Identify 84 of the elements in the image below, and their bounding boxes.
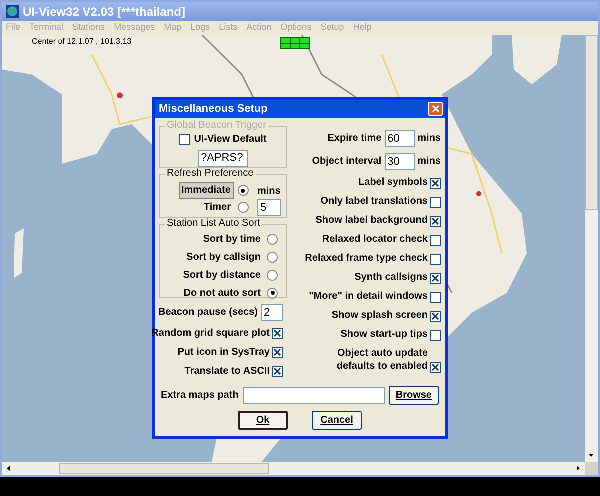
group-label: Global Beacon Trigger xyxy=(165,120,269,132)
field-label: Expire time xyxy=(328,132,382,146)
checkbox-label: "More" in detail windows xyxy=(309,290,428,303)
checkbox-label: Show label background xyxy=(316,214,428,227)
check-icon xyxy=(274,349,281,356)
radio-label: Sort by time xyxy=(203,232,261,246)
checkbox[interactable] xyxy=(430,311,441,322)
checkbox-label: Show start-up tips xyxy=(340,328,428,341)
checkbox[interactable] xyxy=(430,362,441,373)
dialog-title: Miscellaneous Setup xyxy=(159,102,268,117)
radio-label: Sort by callsign xyxy=(186,250,261,264)
globe-icon xyxy=(6,5,19,18)
checkbox-label: Translate to ASCII xyxy=(184,365,270,379)
checkbox[interactable] xyxy=(430,273,441,284)
field-label: Object interval xyxy=(312,155,382,169)
check-icon xyxy=(432,218,439,225)
checkbox-label: Relaxed frame type check xyxy=(305,252,428,265)
window-title: UI-View32 V2.03 [***thailand] xyxy=(23,4,186,20)
horizontal-scrollbar[interactable] xyxy=(2,462,585,475)
unit-label: mins xyxy=(418,155,441,169)
menu-item[interactable]: File xyxy=(6,21,21,35)
checkbox-label: Relaxed locator check xyxy=(322,233,428,246)
checkbox-label: Object auto update defaults to enabled xyxy=(336,347,428,373)
unit-label: mins xyxy=(257,185,282,199)
scroll-thumb[interactable] xyxy=(59,463,269,474)
check-icon xyxy=(432,313,439,320)
checkbox[interactable] xyxy=(272,347,283,358)
browse-button[interactable]: Browse xyxy=(388,386,439,405)
radio-button[interactable] xyxy=(267,234,278,244)
number-field[interactable]: 30 xyxy=(384,153,415,170)
number-field[interactable]: 60 xyxy=(384,130,415,147)
radio-button[interactable] xyxy=(267,288,278,298)
close-icon xyxy=(432,105,440,113)
checkbox-label: Only label translations xyxy=(320,195,428,208)
checkbox[interactable] xyxy=(272,328,283,339)
field-label: Beacon pause (secs) xyxy=(158,306,258,320)
checkbox[interactable] xyxy=(430,197,441,208)
checkbox[interactable] xyxy=(430,292,441,303)
radio-button[interactable] xyxy=(267,270,278,280)
check-icon xyxy=(432,275,439,282)
checkbox[interactable] xyxy=(430,178,441,189)
checkbox-label: Show splash screen xyxy=(332,309,428,322)
menu-item[interactable]: Terminal xyxy=(30,21,64,35)
status-indicator xyxy=(280,37,310,49)
vertical-scrollbar[interactable] xyxy=(585,35,598,462)
radio-label: Immediate xyxy=(178,182,234,199)
unit-label: mins xyxy=(418,132,441,146)
menu-item[interactable]: Map xyxy=(164,21,182,35)
check-icon xyxy=(432,364,439,371)
menu-item[interactable]: Messages xyxy=(114,21,156,35)
menu-item[interactable]: Help xyxy=(353,21,372,35)
check-icon xyxy=(274,368,281,375)
menu-item[interactable]: Action xyxy=(246,21,272,35)
timer-field[interactable]: 5 xyxy=(257,199,282,216)
menu-item[interactable]: Options xyxy=(280,21,312,35)
radio-label: Do not auto sort xyxy=(184,286,261,300)
radio-label: Timer xyxy=(202,201,232,215)
beacon-pause-field[interactable]: 2 xyxy=(261,304,283,321)
radio-button[interactable] xyxy=(267,252,278,262)
menu-item[interactable]: Lists xyxy=(219,21,238,35)
menu-item[interactable]: Logs xyxy=(190,21,210,35)
map-center-label: Center of 12.1.07 , 101.3.13 xyxy=(32,36,132,48)
checkbox[interactable] xyxy=(430,216,441,227)
checkbox[interactable] xyxy=(272,366,283,377)
checkbox-label: Synth callsigns xyxy=(354,271,428,284)
dialog-button[interactable]: Cancel xyxy=(312,411,362,430)
menu-item[interactable]: Setup xyxy=(320,21,344,35)
menu-item[interactable]: Stations xyxy=(72,21,106,35)
checkbox[interactable] xyxy=(430,235,441,246)
maps-path-field[interactable] xyxy=(242,387,385,404)
checkbox-label: Label symbols xyxy=(358,176,428,189)
check-icon xyxy=(274,330,281,337)
check-icon xyxy=(432,180,439,187)
scroll-thumb[interactable] xyxy=(585,35,598,210)
checkbox[interactable] xyxy=(430,330,441,341)
radio-button[interactable] xyxy=(238,185,249,196)
checkbox[interactable] xyxy=(430,254,441,265)
radio-label: Sort by distance xyxy=(183,268,261,282)
radio-button[interactable] xyxy=(238,202,249,213)
close-button[interactable] xyxy=(428,102,443,116)
checkbox-label: Put icon in SysTray xyxy=(178,346,270,360)
checkbox-label: UI-View Default xyxy=(194,132,267,146)
field-label: Extra maps path xyxy=(161,389,239,403)
dialog-button[interactable]: Ok xyxy=(238,411,288,430)
